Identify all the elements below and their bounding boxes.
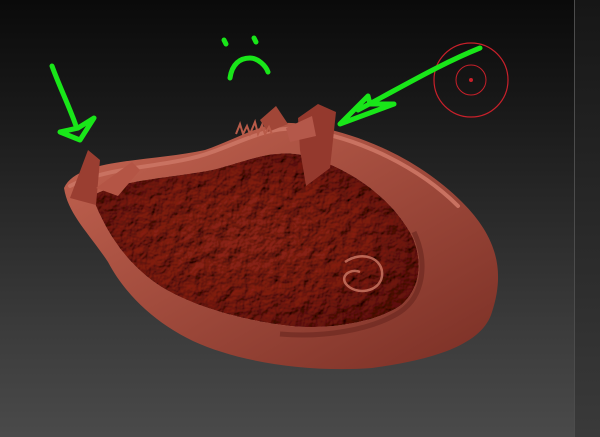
sculpt-mesh[interactable] bbox=[64, 104, 499, 370]
arrow-down-left-icon bbox=[337, 45, 483, 127]
zbrush-viewport[interactable] bbox=[0, 0, 600, 437]
arrow-down-right-icon bbox=[49, 63, 97, 143]
gizmo-center-dot bbox=[469, 78, 473, 82]
sad-face-icon bbox=[221, 35, 271, 81]
scene-canvas[interactable] bbox=[0, 0, 600, 437]
